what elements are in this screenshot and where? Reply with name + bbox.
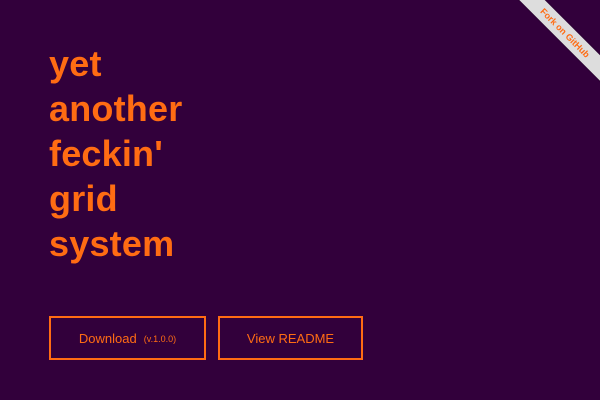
version-label: (v.1.0.0) xyxy=(143,334,177,344)
download-button-label: Download xyxy=(78,330,137,346)
fork-ribbon-label: Fork on GitHub xyxy=(538,6,592,60)
title-line: yet xyxy=(49,43,102,84)
title-line: feckin' xyxy=(49,133,164,174)
title-line: another xyxy=(49,88,183,129)
view-readme-button[interactable]: View README xyxy=(218,316,363,360)
fork-ribbon-container: Fork on GitHub xyxy=(500,0,600,100)
page-title: yet another feckin' grid system xyxy=(49,41,182,266)
title-line: system xyxy=(49,223,175,264)
view-readme-button-label: View README xyxy=(246,330,335,346)
title-line: grid xyxy=(49,178,118,219)
page: yet another feckin' grid system Download… xyxy=(0,0,600,400)
download-button[interactable]: Download (v.1.0.0) xyxy=(49,316,206,360)
fork-on-github-ribbon[interactable]: Fork on GitHub xyxy=(505,0,600,93)
